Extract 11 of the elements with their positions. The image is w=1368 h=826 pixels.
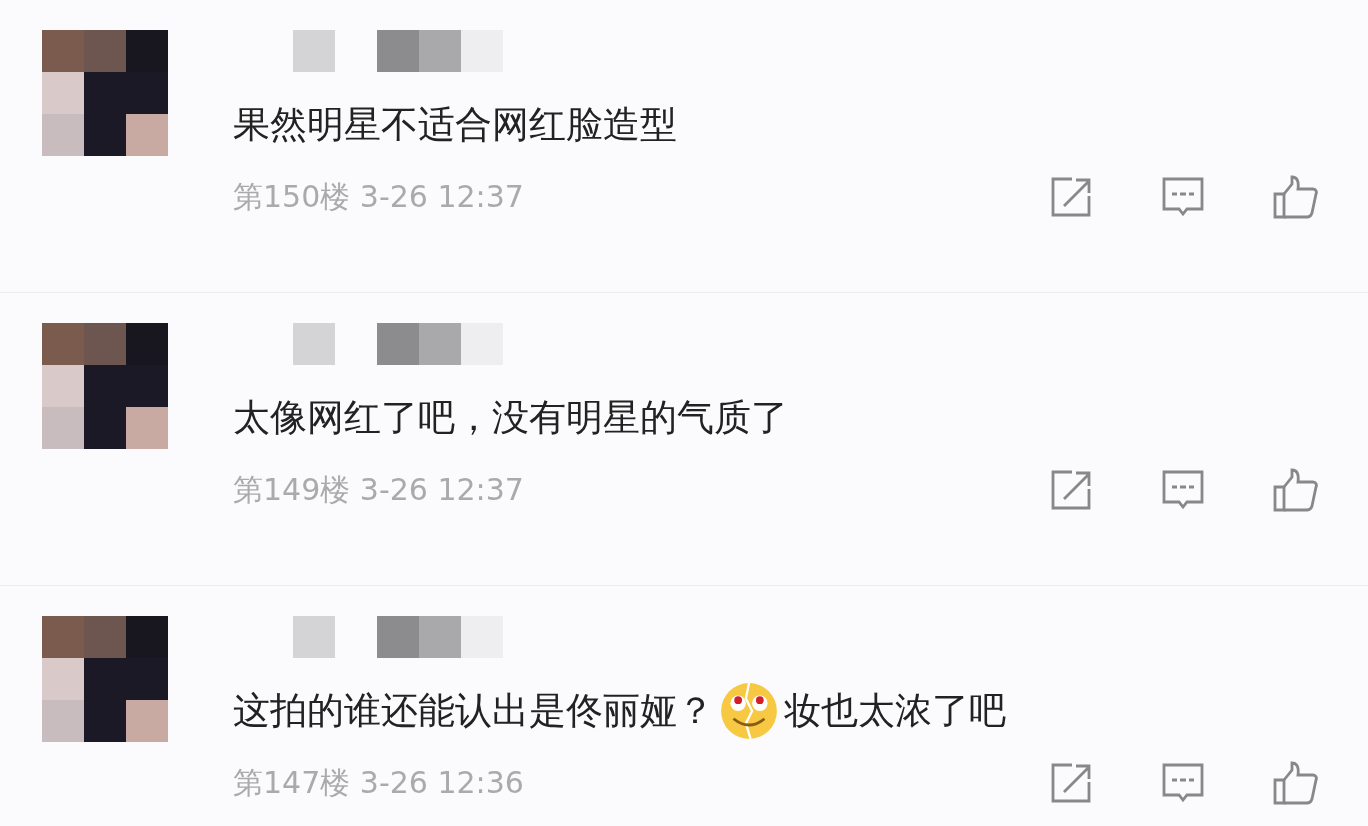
comment-text: 这拍的谁还能认出是佟丽娅？ [233,688,714,734]
comment-text: 果然明星不适合网红脸造型 [233,102,677,148]
comment-text: 妆也太浓了吧 [784,688,1006,734]
thumbs-up-icon[interactable] [1272,174,1318,220]
floor-timestamp: 第150楼 3-26 12:37 [233,177,524,216]
comment-text: 太像网红了吧，没有明星的气质了 [233,395,788,441]
thumbs-up-icon[interactable] [1272,760,1318,806]
floor-timestamp: 第147楼 3-26 12:36 [233,763,524,802]
thumbs-up-icon[interactable] [1272,467,1318,513]
floor-timestamp: 第149楼 3-26 12:37 [233,470,524,509]
emoji-icon [718,680,780,742]
